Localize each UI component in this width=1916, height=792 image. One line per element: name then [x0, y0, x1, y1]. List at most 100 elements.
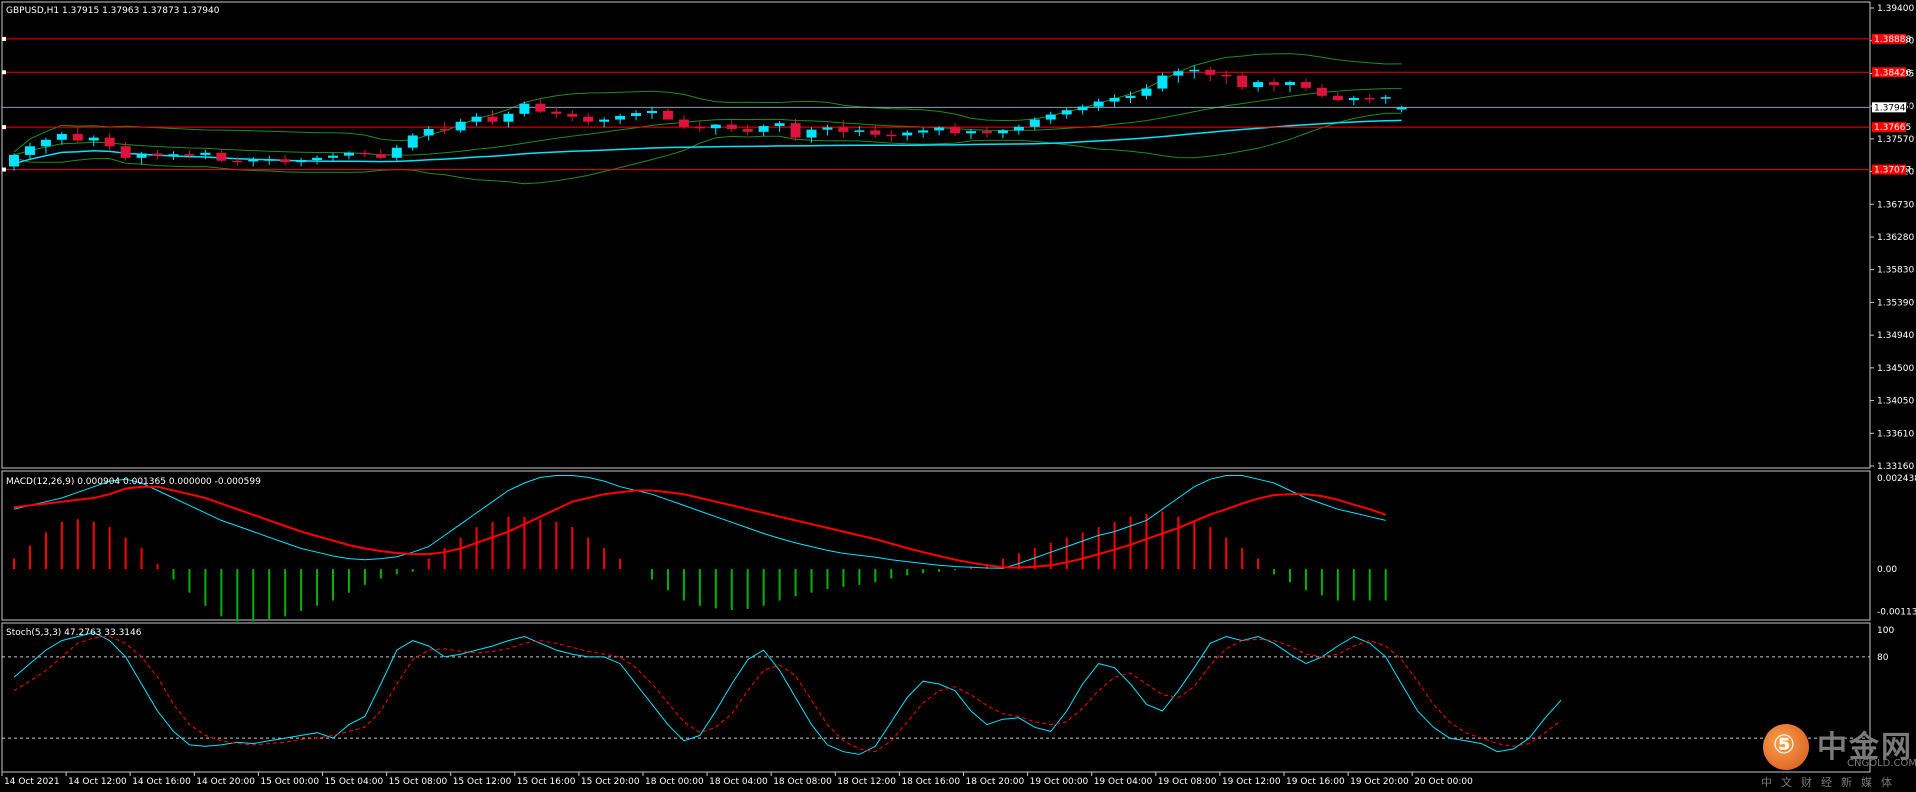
watermark-url: CNGOLD.COM.CN	[1847, 758, 1916, 769]
candle-bear	[232, 160, 243, 163]
candle-bear	[120, 146, 131, 158]
current-price-label: 1.37940	[1874, 103, 1911, 113]
price-axis-label: 1.36280	[1877, 233, 1914, 243]
candle-bull	[1077, 106, 1088, 111]
time-axis-label: 18 Oct 12:00	[837, 777, 896, 787]
price-axis-label: 1.36730	[1877, 200, 1914, 210]
candle-bear	[790, 123, 801, 138]
candle-bear	[216, 152, 227, 161]
candle-bull	[599, 119, 610, 122]
candle-bull	[1029, 119, 1040, 127]
candle-bull	[1045, 114, 1056, 120]
time-axis-label: 18 Oct 16:00	[901, 777, 960, 787]
candle-bear	[694, 126, 705, 129]
candle-bull	[248, 159, 259, 162]
candle-bear	[662, 110, 673, 120]
candle-bull	[1141, 88, 1152, 96]
candle-bull	[1173, 71, 1184, 76]
time-axis-label: 14 Oct 2021	[4, 777, 60, 787]
candle-bull	[918, 130, 929, 133]
trading-chart[interactable]: 1.394001.389501.385051.380601.375701.371…	[0, 0, 1916, 792]
time-axis-label: 14 Oct 16:00	[132, 777, 191, 787]
time-axis-label: 15 Oct 16:00	[517, 777, 576, 787]
candle-bear	[583, 116, 594, 122]
macd-main-line	[13, 475, 1386, 569]
candle-bear	[359, 152, 370, 155]
panel-frame-2	[1, 470, 1871, 621]
time-axis-label: 19 Oct 00:00	[1030, 777, 1089, 787]
candle-bear	[1237, 75, 1248, 88]
macd-panel-title: MACD(12,26,9) 0.000904 0.001365 0.000000…	[6, 477, 261, 487]
time-axis-label: 20 Oct 00:00	[1414, 777, 1473, 787]
price-axis-label: 1.33160	[1877, 462, 1914, 472]
watermark-tagline: 中文财经新媒体	[1761, 776, 1901, 789]
level-handle-icon	[2, 70, 6, 75]
candle-bull	[934, 127, 945, 131]
candle-bear	[1221, 74, 1232, 77]
time-axis-label: 19 Oct 08:00	[1158, 777, 1217, 787]
candle-bear	[72, 134, 83, 141]
candle-bear	[981, 131, 992, 134]
candle-bear	[886, 134, 897, 137]
logo-glyph: ⑤	[1773, 730, 1796, 760]
candle-bear	[184, 154, 195, 156]
candle-bear	[1205, 69, 1216, 75]
candle-bear	[726, 124, 737, 129]
candle-bear	[950, 127, 961, 134]
candle-bull	[1396, 107, 1407, 110]
candle-bull	[136, 153, 147, 158]
candle-bull	[1061, 110, 1072, 115]
bollinger-lower-band	[13, 112, 1402, 185]
time-axis-label: 18 Oct 20:00	[966, 777, 1025, 787]
candle-bear	[567, 113, 578, 117]
price-level-label: 1.38426	[1874, 68, 1911, 78]
candle-bull	[391, 147, 402, 158]
candle-bull	[1109, 97, 1120, 102]
candle-bull	[40, 139, 51, 147]
candle-bear	[1300, 82, 1311, 88]
candle-bull	[455, 121, 466, 131]
candle-bear	[439, 128, 450, 131]
time-axis-label: 14 Oct 12:00	[68, 777, 127, 787]
candle-bull	[1125, 95, 1136, 98]
candle-bear	[535, 103, 546, 112]
candle-bear	[104, 137, 115, 147]
price-axis-label: 1.37570	[1877, 135, 1914, 145]
candle-bull	[1253, 82, 1264, 88]
candle-bull	[9, 154, 19, 167]
candle-bear	[375, 154, 386, 158]
price-level-label: 1.38888	[1874, 35, 1911, 45]
candle-bear	[487, 116, 498, 122]
candle-bull	[806, 129, 817, 138]
candle-bull	[1380, 97, 1391, 99]
candle-bear	[551, 111, 562, 114]
candle-bull	[264, 159, 275, 161]
candle-bull	[966, 131, 976, 134]
candle-bull	[822, 127, 833, 130]
price-axis-label: 1.34940	[1877, 331, 1914, 341]
candle-bull	[1348, 97, 1359, 101]
time-axis-label: 18 Oct 08:00	[773, 777, 832, 787]
candle-bull	[710, 124, 721, 129]
candle-bull	[647, 110, 657, 114]
time-axis-label: 18 Oct 00:00	[645, 777, 704, 787]
candle-bear	[1316, 87, 1327, 96]
candle-bear	[742, 128, 753, 132]
panel-frame-3	[1, 622, 1871, 773]
candle-bear	[280, 159, 291, 163]
time-axis-label: 19 Oct 20:00	[1350, 777, 1409, 787]
price-axis-label: 1.34500	[1877, 364, 1914, 374]
macd-signal-line	[13, 485, 1387, 569]
candle-bull	[296, 159, 307, 163]
price-axis-label: 1.35830	[1877, 266, 1914, 276]
candle-bull	[854, 130, 865, 132]
stoch-axis-label: 80	[1877, 653, 1889, 663]
candle-bull	[1093, 101, 1104, 107]
level-handle-icon	[2, 36, 6, 41]
candle-bear	[870, 130, 881, 135]
time-axis-label: 15 Oct 12:00	[453, 777, 512, 787]
stoch-main-line	[13, 631, 1562, 755]
time-axis-label: 19 Oct 12:00	[1222, 777, 1281, 787]
time-axis-label: 14 Oct 20:00	[196, 777, 255, 787]
price-panel-title: GBPUSD,H1 1.37915 1.37963 1.37873 1.3794…	[6, 6, 220, 16]
